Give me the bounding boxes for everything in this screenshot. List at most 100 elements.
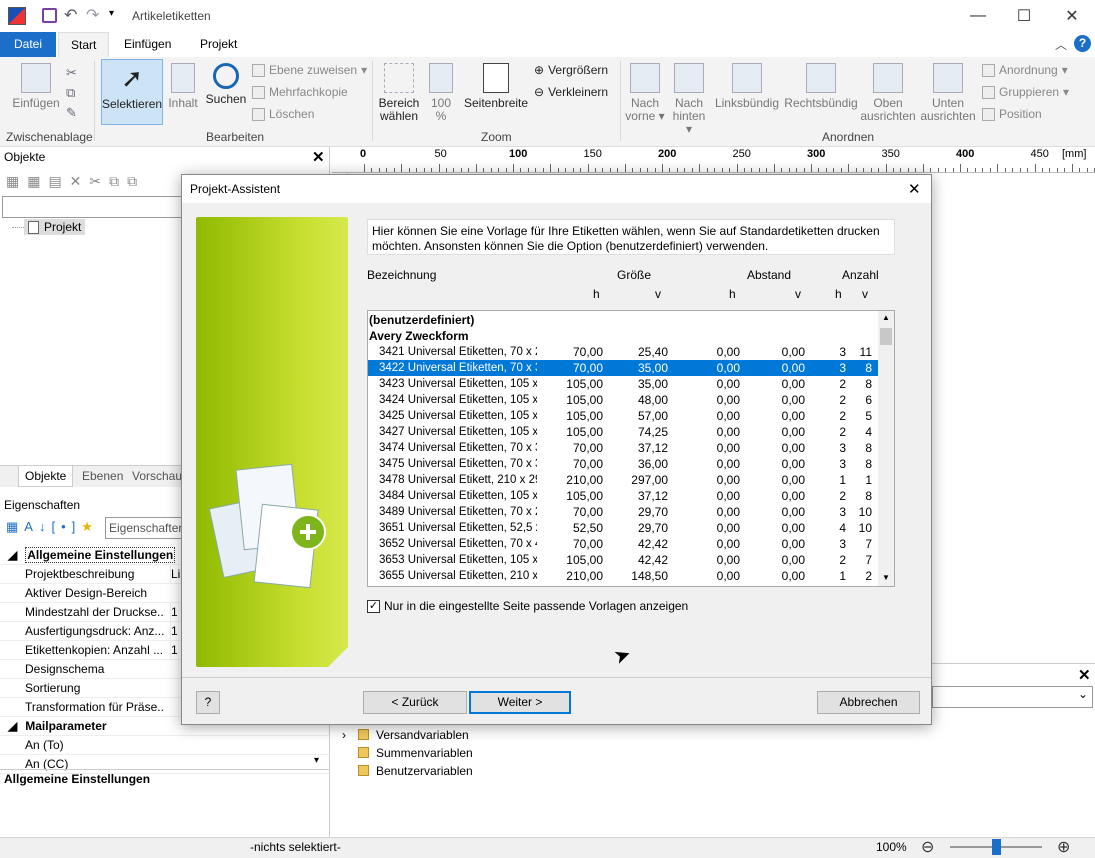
ruler-mark (483, 168, 485, 172)
quick-access-dropdown-icon[interactable]: ▾ (109, 8, 114, 19)
favorite-star-icon[interactable]: ★ (81, 519, 99, 534)
ruler-mark (781, 168, 783, 172)
bring-front-button[interactable]: Nach vorne ▾ (624, 63, 666, 123)
scroll-down-icon[interactable]: ▼ (882, 573, 890, 582)
template-row[interactable]: 3653 Universal Etiketten, 105 x 42 105,00… (368, 552, 878, 568)
template-row[interactable]: 3478 Universal Etikett, 210 x 297 210,00 2… (368, 472, 878, 488)
ruler-mark (684, 168, 686, 172)
variable-item[interactable]: Summenvariablen (340, 744, 473, 762)
page-width-icon (483, 63, 509, 93)
content-button[interactable]: Inhalt (166, 63, 200, 110)
scroll-up-icon[interactable]: ▲ (882, 313, 890, 322)
scroll-thumb[interactable] (880, 328, 892, 345)
fit-page-label[interactable]: Nur in die eingestellte Seite passende V… (384, 599, 688, 613)
help-button[interactable]: ? (196, 691, 220, 714)
clipboard-icon (21, 63, 51, 93)
zoom-100-button[interactable]: 100 % (426, 63, 456, 123)
objects-toolbar[interactable]: ▦▦▤✕✂⧉⧉ (6, 173, 176, 189)
zoom-out-button[interactable]: ⊖ Verkleinern (534, 85, 608, 99)
zoom-in-status-icon[interactable]: ⊕ (1057, 837, 1070, 857)
ruler-mark (386, 168, 388, 172)
align-right-button[interactable]: Rechtsbündig (784, 63, 858, 110)
app-icon (8, 7, 26, 25)
status-bar: -nichts selektiert- 100% ⊖ ⊕ (0, 837, 1095, 858)
maximize-button[interactable]: ☐ (1001, 0, 1047, 32)
help-icon[interactable]: ? (1074, 35, 1091, 52)
scroll-down-icon[interactable]: ▾ (314, 755, 319, 766)
variables-filter-dropdown[interactable]: ⌄ (932, 686, 1093, 708)
template-row[interactable]: 3427 Universal Etiketten, 105 x 74 105,00… (368, 424, 878, 440)
close-objects-icon[interactable]: ✕ (312, 148, 325, 166)
template-row[interactable]: (benutzerdefiniert) (368, 312, 878, 328)
template-row[interactable]: 3424 Universal Etiketten, 105 x 48 105,00… (368, 392, 878, 408)
expand-icon: ◢ (8, 719, 18, 733)
zoom-slider-thumb[interactable] (992, 839, 1001, 855)
cut-copy-format-icons[interactable]: ✂ ⧉ ✎ (66, 63, 77, 123)
cancel-button[interactable]: Abbrechen (817, 691, 920, 714)
position-button[interactable]: Position (982, 107, 1042, 121)
send-back-button[interactable]: Nach hinten ▾ (668, 63, 710, 136)
paste-button[interactable]: Einfügen (10, 63, 62, 110)
expand-icon[interactable]: › (342, 726, 346, 744)
properties-toolbar[interactable]: ▦A↓[•]★ (6, 519, 99, 535)
zoom-in-button[interactable]: ⊕ Vergrößern (534, 63, 608, 77)
order-button[interactable]: Anordnung ▾ (982, 63, 1068, 77)
assign-layer-button[interactable]: Ebene zuweisen ▾ (252, 63, 367, 77)
zoom-area-button[interactable]: Bereich wählen (378, 63, 420, 123)
back-button[interactable]: < Zurück (363, 691, 467, 714)
multi-copy-button[interactable]: Mehrfachkopie (252, 85, 348, 99)
template-row[interactable]: 3489 Universal Etiketten, 70 x 29 70,00 29… (368, 504, 878, 520)
align-left-button[interactable]: Linksbündig (714, 63, 780, 110)
template-row[interactable]: 3425 Universal Etiketten, 105 x 57 105,00… (368, 408, 878, 424)
property-row[interactable]: An (To) (0, 736, 329, 755)
next-button[interactable]: Weiter > (469, 691, 571, 714)
tab-ebenen[interactable]: Ebenen (82, 469, 123, 483)
close-variables-icon[interactable]: ✕ (1078, 666, 1091, 684)
template-row[interactable]: 3651 Universal Etiketten, 52,5 x 2952,50… (368, 520, 878, 536)
template-row[interactable]: 3423 Universal Etiketten, 105 x 35 105,00… (368, 376, 878, 392)
template-row[interactable]: 3655 Universal Etiketten, 210 x 148210,0… (368, 568, 878, 584)
tab-datei[interactable]: Datei (0, 32, 56, 57)
align-right-icon (806, 63, 836, 93)
template-row[interactable]: 3484 Universal Etiketten, 105 x 37 105,00… (368, 488, 878, 504)
template-name: 3423 Universal Etiketten, 105 x 35 (379, 378, 537, 390)
template-row[interactable]: Avery Zweckform (368, 328, 878, 344)
col-gap-v: v (795, 287, 801, 301)
variable-item[interactable]: › Versandvariablen (340, 726, 473, 744)
template-row[interactable]: 3422 Universal Etiketten, 70 x 35 70,00 35… (368, 360, 878, 376)
template-row[interactable]: 3421 Universal Etiketten, 70 x 25 70,00 25… (368, 344, 878, 360)
list-scrollbar[interactable]: ▲ ▼ (878, 311, 894, 586)
properties-search-input[interactable]: Eigenschaften (105, 517, 183, 539)
zoom-out-status-icon[interactable]: ⊖ (921, 837, 934, 857)
minimize-button[interactable]: — (955, 0, 1001, 32)
align-top-button[interactable]: Oben ausrichten (860, 63, 916, 123)
ruler-mark (475, 164, 477, 172)
ruler-mark (773, 164, 775, 172)
tab-vorschau[interactable]: Vorschau (132, 469, 182, 483)
delete-button[interactable]: Löschen (252, 107, 314, 121)
collapse-ribbon-icon[interactable]: ︿ (1055, 36, 1067, 53)
undo-icon[interactable]: ↶ (64, 5, 77, 25)
save-icon[interactable] (42, 8, 57, 23)
tab-einfuegen[interactable]: Einfügen (112, 32, 183, 57)
search-button[interactable]: Suchen (204, 63, 248, 106)
select-button[interactable]: ➚ Selektieren (101, 59, 163, 125)
page-width-button[interactable]: Seitenbreite (464, 63, 528, 110)
ruler-mark (974, 168, 976, 172)
fit-page-checkbox[interactable]: ✓ (367, 600, 380, 613)
variable-item[interactable]: Benutzervariablen (340, 762, 473, 780)
close-button[interactable]: ✕ (1049, 0, 1095, 32)
tab-projekt[interactable]: Projekt (188, 32, 249, 57)
template-list[interactable]: (benutzerdefiniert) Avery Zweckform 3421 U… (367, 310, 895, 587)
objects-filter-input[interactable] (2, 196, 182, 218)
tab-start[interactable]: Start (58, 32, 110, 57)
dialog-close-icon[interactable]: ✕ (908, 180, 921, 198)
align-bottom-button[interactable]: Unten ausrichten (920, 63, 976, 123)
redo-icon[interactable]: ↷ (86, 5, 99, 25)
tab-objekte[interactable]: Objekte (18, 466, 74, 487)
template-row[interactable]: 3474 Universal Etiketten, 70 x 37 70,00 37… (368, 440, 878, 456)
group-button[interactable]: Gruppieren ▾ (982, 85, 1069, 99)
template-row[interactable]: 3652 Universal Etiketten, 70 x 42 70,00 42… (368, 536, 878, 552)
template-row[interactable]: 3475 Universal Etiketten, 70 x 36 70,00 36… (368, 456, 878, 472)
template-name: 3474 Universal Etiketten, 70 x 37 (379, 442, 537, 454)
